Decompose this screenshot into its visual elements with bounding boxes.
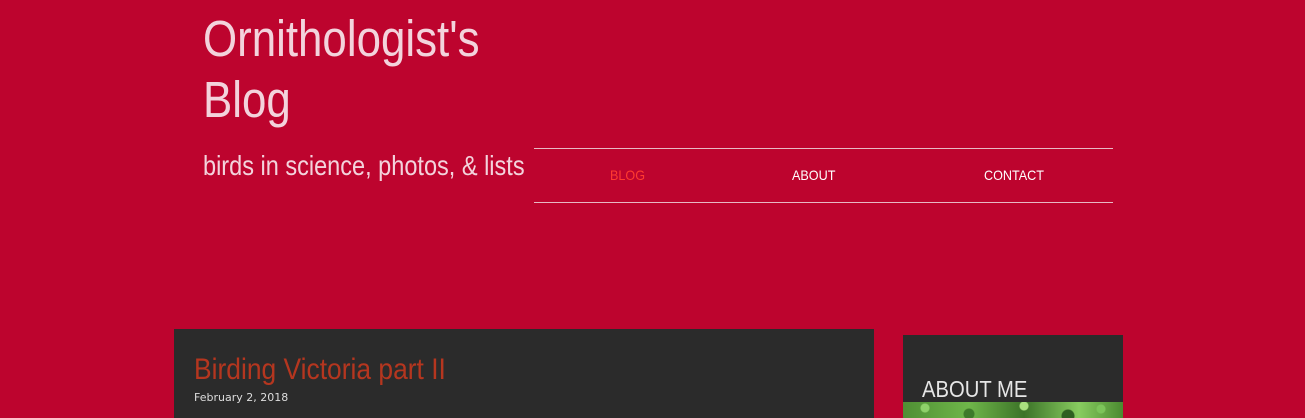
post-title[interactable]: Birding Victoria part II [194,352,446,388]
sidebar-heading: ABOUT ME [922,376,1028,402]
site-tagline: birds in science, photos, & lists [203,150,525,181]
nav-item-about[interactable]: ABOUT [792,167,835,183]
nav-item-contact[interactable]: CONTACT [984,167,1044,183]
site-title[interactable]: Ornithologist's Blog [203,8,480,130]
post-date: February 2, 2018 [194,391,289,404]
page: Ornithologist's Blog birds in science, p… [0,0,1305,418]
sidebar-about: ABOUT ME [903,335,1123,418]
main-nav: BLOG ABOUT CONTACT [534,148,1113,203]
about-me-photo [903,402,1123,418]
nav-item-blog[interactable]: BLOG [610,167,645,183]
post-card: Birding Victoria part II February 2, 201… [174,329,874,418]
